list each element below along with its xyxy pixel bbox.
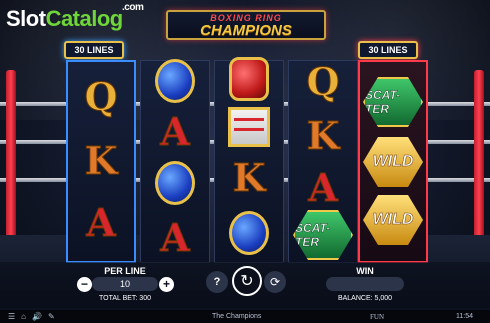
footer-game-name: The Champions — [212, 313, 262, 320]
reel-5: SCAT-TER WILD WILD — [358, 60, 428, 263]
symbol-a: A — [68, 192, 134, 252]
sound-icon[interactable]: 🔊 — [32, 312, 42, 321]
red-glove-icon — [229, 57, 269, 101]
lines-indicator-left: 30 LINES — [64, 41, 124, 59]
reel-3: K — [214, 57, 284, 263]
symbol-scatter: SCAT-TER — [289, 205, 357, 265]
watermark-part2: Catalog — [45, 6, 124, 31]
symbol-blue-glove — [141, 153, 209, 213]
bet-increase-button[interactable]: + — [159, 277, 174, 292]
symbol-k: K — [215, 147, 283, 207]
settings-icon[interactable]: ✎ — [48, 312, 55, 321]
symbol-wild: WILD — [360, 132, 426, 192]
lines-indicator-right: 30 LINES — [358, 41, 418, 59]
footer-icons: ☰ ⌂ 🔊 ✎ — [8, 312, 55, 321]
blue-glove-icon — [229, 211, 269, 255]
symbol-k-letter: K — [306, 112, 340, 158]
wild-badge: WILD — [363, 195, 423, 245]
footer-clock: 11:54 — [456, 313, 473, 320]
symbol-q-letter: Q — [84, 73, 118, 119]
symbol-q: Q — [68, 66, 134, 126]
ring-post-right — [474, 70, 484, 240]
watermark-suffix: .com — [122, 2, 144, 13]
game-title: BOXING RING CHAMPIONS — [166, 10, 326, 40]
footer-brand: FUN — [370, 313, 385, 321]
boxing-ring-icon — [228, 107, 270, 147]
symbol-a-letter: A — [308, 164, 339, 210]
reel-2: A A — [140, 59, 210, 263]
reel-4: Q K A SCAT-TER — [288, 58, 358, 265]
scatter-badge: SCAT-TER — [363, 77, 423, 127]
menu-icon[interactable]: ☰ — [8, 312, 15, 321]
bet-decrease-button[interactable]: − — [77, 277, 92, 292]
watermark-logo: SlotCatalog .com — [6, 2, 144, 32]
symbol-a: A — [141, 207, 209, 267]
home-icon[interactable]: ⌂ — [21, 312, 26, 321]
scatter-badge: SCAT-TER — [293, 210, 353, 260]
symbol-scatter: SCAT-TER — [360, 72, 426, 132]
symbol-k: K — [68, 130, 134, 190]
reel-1: Q K A — [66, 60, 136, 263]
symbol-k-letter: K — [232, 154, 266, 200]
symbol-a: A — [141, 101, 209, 161]
wild-badge: WILD — [363, 137, 423, 187]
autoplay-button[interactable]: ⟳ — [264, 271, 286, 293]
total-bet: TOTAL BET: 300 — [98, 295, 151, 302]
info-button[interactable]: ? — [206, 271, 228, 293]
per-line-value: 10 — [92, 277, 158, 291]
symbol-a-letter: A — [160, 214, 191, 260]
win-value — [326, 277, 404, 291]
balance: BALANCE: 5,000 — [337, 295, 393, 302]
title-line2: CHAMPIONS — [200, 22, 292, 39]
symbol-a-letter: A — [160, 108, 191, 154]
symbol-q: Q — [289, 51, 357, 111]
footer-bar: ☰ ⌂ 🔊 ✎ The Champions FUN 11:54 — [0, 310, 490, 323]
per-line-label: PER LINE — [104, 266, 146, 276]
win-label: WIN — [356, 266, 374, 276]
symbol-q-letter: Q — [306, 58, 340, 104]
symbol-k: K — [289, 105, 357, 165]
blue-glove-icon — [155, 59, 195, 103]
symbol-k-letter: K — [84, 137, 118, 183]
watermark-part1: Slot — [6, 6, 46, 31]
spin-button[interactable]: ↻ — [232, 266, 262, 296]
blue-glove-icon — [155, 161, 195, 205]
symbol-wild: WILD — [360, 190, 426, 250]
symbol-blue-glove — [215, 203, 283, 263]
symbol-a-letter: A — [86, 199, 117, 245]
reel-grid: Q K A A A K Q K A SCAT-TER SCAT-TER WILD… — [66, 57, 428, 265]
ring-post-left — [6, 70, 16, 240]
